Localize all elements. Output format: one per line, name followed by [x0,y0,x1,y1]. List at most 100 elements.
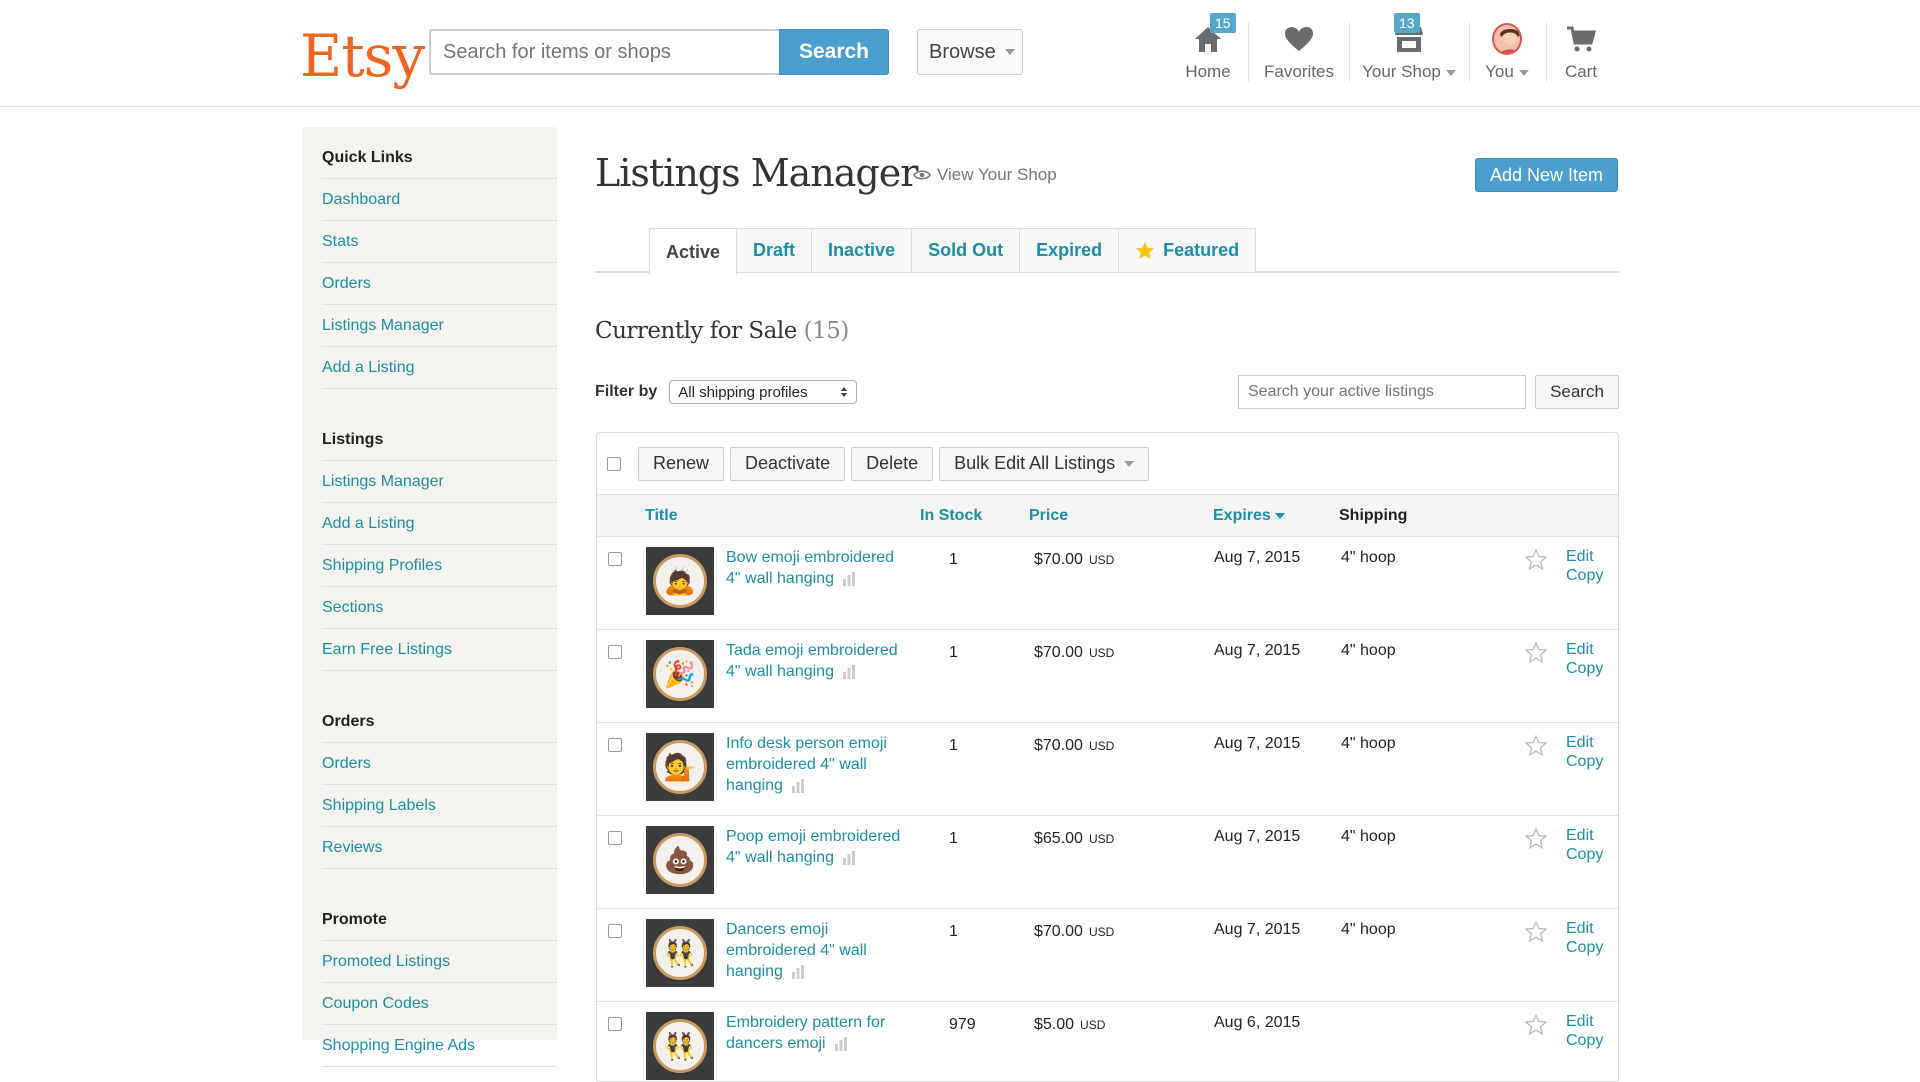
listing-thumbnail[interactable]: 👯 [646,919,714,987]
sidebar-item-reviews[interactable]: Reviews [322,827,557,869]
sidebar-item-add-listing[interactable]: Add a Listing [322,347,557,389]
nav-home[interactable]: 15 Home [1168,0,1248,107]
listing-search-button[interactable]: Search [1535,375,1619,409]
sidebar-item-shipping-profiles[interactable]: Shipping Profiles [322,545,557,587]
row-checkbox[interactable] [608,1017,622,1031]
listing-thumbnail[interactable]: 🎉 [646,640,714,708]
listing-title[interactable]: Dancers emoji embroidered 4" wall hangin… [726,919,906,982]
select-all-checkbox[interactable] [607,456,621,471]
tab-active[interactable]: Active [649,228,738,275]
listing-thumbnail[interactable]: 💁 [646,733,714,801]
bulk-edit-button[interactable]: Bulk Edit All Listings [939,446,1150,481]
sidebar-item-shopping-engine-ads[interactable]: Shopping Engine Ads [322,1025,557,1067]
feature-star-icon[interactable] [1524,1013,1548,1040]
listing-stock[interactable]: 1 [949,737,989,755]
edit-link[interactable]: Edit [1566,547,1603,566]
tab-sold-out[interactable]: Sold Out [911,228,1021,272]
deactivate-button[interactable]: Deactivate [730,446,846,481]
sidebar-item-listings-manager[interactable]: Listings Manager [322,305,557,347]
listing-title[interactable]: Embroidery pattern for dancers emoji [726,1012,906,1054]
sidebar-item-shipping-labels[interactable]: Shipping Labels [322,785,557,827]
sidebar-item-earn-free-listings[interactable]: Earn Free Listings [322,629,557,671]
feature-star-icon[interactable] [1524,548,1548,575]
feature-star-icon[interactable] [1524,734,1548,761]
listing-thumbnail[interactable]: 👯 [646,1012,714,1080]
listing-stock[interactable]: 1 [949,551,989,569]
edit-link[interactable]: Edit [1566,733,1603,752]
stats-icon[interactable] [791,778,805,793]
edit-link[interactable]: Edit [1566,826,1603,845]
copy-link[interactable]: Copy [1566,938,1603,957]
listing-stock[interactable]: 979 [949,1016,989,1034]
browse-dropdown[interactable]: Browse [917,29,1023,75]
tab-draft[interactable]: Draft [736,228,813,272]
tab-inactive[interactable]: Inactive [811,228,913,272]
feature-star-icon[interactable] [1524,641,1548,668]
shipping-profile-select[interactable]: All shipping profiles [669,380,858,404]
search-input[interactable] [429,29,779,75]
listing-title[interactable]: Poop emoji embroidered 4" wall hanging [726,826,906,868]
copy-link[interactable]: Copy [1566,752,1603,771]
listing-price[interactable]: $5.00 USD [1034,1016,1105,1034]
view-shop-link[interactable]: View Your Shop [913,165,1057,185]
listing-price[interactable]: $70.00 USD [1034,737,1114,755]
col-expires[interactable]: Expires [1213,507,1285,525]
stats-icon[interactable] [842,664,856,679]
tab-expired[interactable]: Expired [1019,228,1120,272]
row-checkbox[interactable] [608,645,622,659]
listing-price[interactable]: $65.00 USD [1034,830,1114,848]
copy-link[interactable]: Copy [1566,659,1603,678]
row-checkbox[interactable] [608,552,622,566]
listing-thumbnail[interactable]: 🙇 [646,547,714,615]
sidebar-item-add-listing[interactable]: Add a Listing [322,503,557,545]
edit-link[interactable]: Edit [1566,640,1603,659]
nav-cart[interactable]: Cart [1546,0,1616,107]
sidebar-item-dashboard[interactable]: Dashboard [322,179,557,221]
tab-featured-label: Featured [1163,240,1240,260]
sidebar-item-orders[interactable]: Orders [322,263,557,305]
search-button[interactable]: Search [779,29,889,75]
etsy-logo[interactable]: Etsy [300,22,425,90]
sidebar-item-listings-manager[interactable]: Listings Manager [322,461,557,503]
listing-stock[interactable]: 1 [949,830,989,848]
listing-search-input[interactable] [1238,375,1526,409]
sidebar-item-stats[interactable]: Stats [322,221,557,263]
edit-link[interactable]: Edit [1566,1012,1603,1031]
listing-price[interactable]: $70.00 USD [1034,551,1114,569]
stats-icon[interactable] [791,964,805,979]
tab-featured[interactable]: Featured [1118,228,1257,272]
sidebar-item-promoted-listings[interactable]: Promoted Listings [322,941,557,983]
renew-button[interactable]: Renew [638,446,725,481]
nav-you[interactable]: You [1469,0,1545,107]
col-price[interactable]: Price [1029,507,1068,525]
row-checkbox[interactable] [608,831,622,845]
listing-stock[interactable]: 1 [949,644,989,662]
sidebar-item-coupon-codes[interactable]: Coupon Codes [322,983,557,1025]
copy-link[interactable]: Copy [1566,845,1603,864]
listing-title[interactable]: Bow emoji embroidered 4" wall hanging [726,547,906,589]
listing-title[interactable]: Info desk person emoji embroidered 4" wa… [726,733,906,796]
row-checkbox[interactable] [608,738,622,752]
sidebar-item-orders[interactable]: Orders [322,743,557,785]
col-title[interactable]: Title [645,507,678,525]
feature-star-icon[interactable] [1524,920,1548,947]
nav-favorites[interactable]: Favorites [1249,0,1349,107]
nav-your-shop[interactable]: 13 Your Shop [1350,0,1468,107]
feature-star-icon[interactable] [1524,827,1548,854]
row-checkbox[interactable] [608,924,622,938]
sidebar-item-sections[interactable]: Sections [322,587,557,629]
listing-title[interactable]: Tada emoji embroidered 4" wall hanging [726,640,906,682]
stats-icon[interactable] [842,571,856,586]
listing-stock[interactable]: 1 [949,923,989,941]
edit-link[interactable]: Edit [1566,919,1603,938]
delete-button[interactable]: Delete [851,446,934,481]
add-new-item-button[interactable]: Add New Item [1475,158,1618,192]
copy-link[interactable]: Copy [1566,566,1603,585]
copy-link[interactable]: Copy [1566,1031,1603,1050]
stats-icon[interactable] [842,850,856,865]
listing-price[interactable]: $70.00 USD [1034,644,1114,662]
listing-thumbnail[interactable]: 💩 [646,826,714,894]
stats-icon[interactable] [834,1036,848,1051]
listing-price[interactable]: $70.00 USD [1034,923,1114,941]
col-in-stock[interactable]: In Stock [920,507,982,525]
